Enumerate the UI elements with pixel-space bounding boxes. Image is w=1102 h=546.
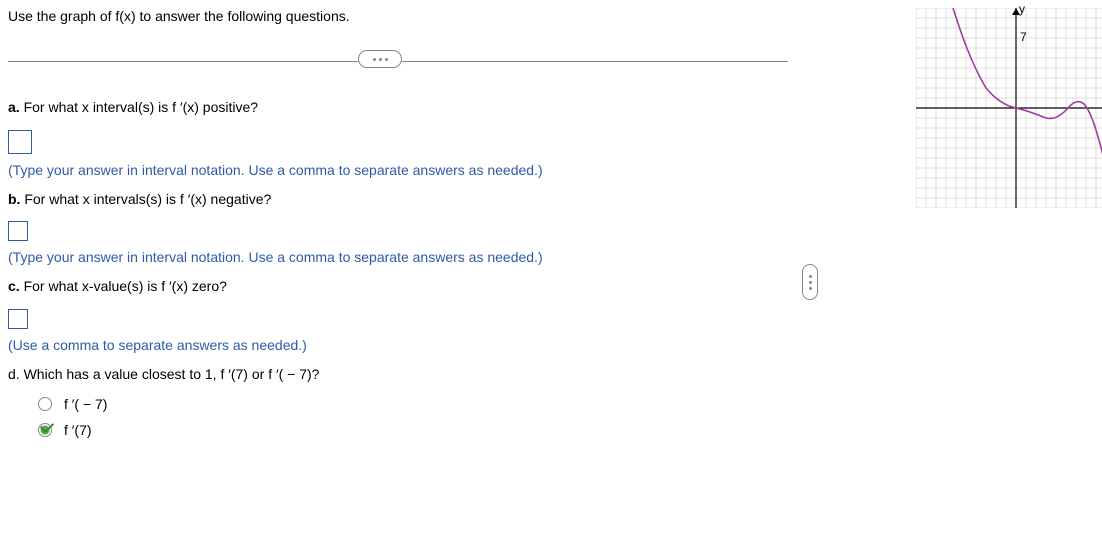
question-d: d. Which has a value closest to 1, f ′(7…	[8, 365, 818, 385]
hint-a: (Type your answer in interval notation. …	[8, 162, 818, 178]
answer-input-c[interactable]	[8, 309, 28, 329]
y-axis-label: y	[1019, 2, 1025, 16]
option-1-label: f ′( − 7)	[64, 396, 107, 412]
radio-option-2[interactable]	[38, 423, 52, 437]
question-a: a. For what x interval(s) is f ′(x) posi…	[8, 98, 818, 118]
hint-c: (Use a comma to separate answers as need…	[8, 337, 818, 353]
answer-input-b[interactable]	[8, 221, 28, 241]
section-divider	[8, 54, 818, 68]
question-c: c. For what x-value(s) is f ′(x) zero?	[8, 277, 818, 297]
option-2-label: f ′(7)	[64, 422, 92, 438]
question-b: b. For what x intervals(s) is f ′(x) neg…	[8, 190, 818, 210]
radio-option-1[interactable]	[38, 397, 52, 411]
hint-b: (Type your answer in interval notation. …	[8, 249, 818, 265]
side-expand-pill[interactable]	[802, 264, 818, 300]
y-tick-7: 7	[1020, 30, 1027, 44]
function-graph: y x 7	[916, 8, 1102, 208]
instruction-text: Use the graph of f(x) to answer the foll…	[8, 8, 818, 24]
option-1-row[interactable]: f ′( − 7)	[38, 396, 818, 412]
answer-input-a[interactable]	[8, 130, 32, 154]
expand-pill[interactable]	[358, 50, 402, 68]
option-2-row[interactable]: f ′(7)	[38, 422, 818, 438]
